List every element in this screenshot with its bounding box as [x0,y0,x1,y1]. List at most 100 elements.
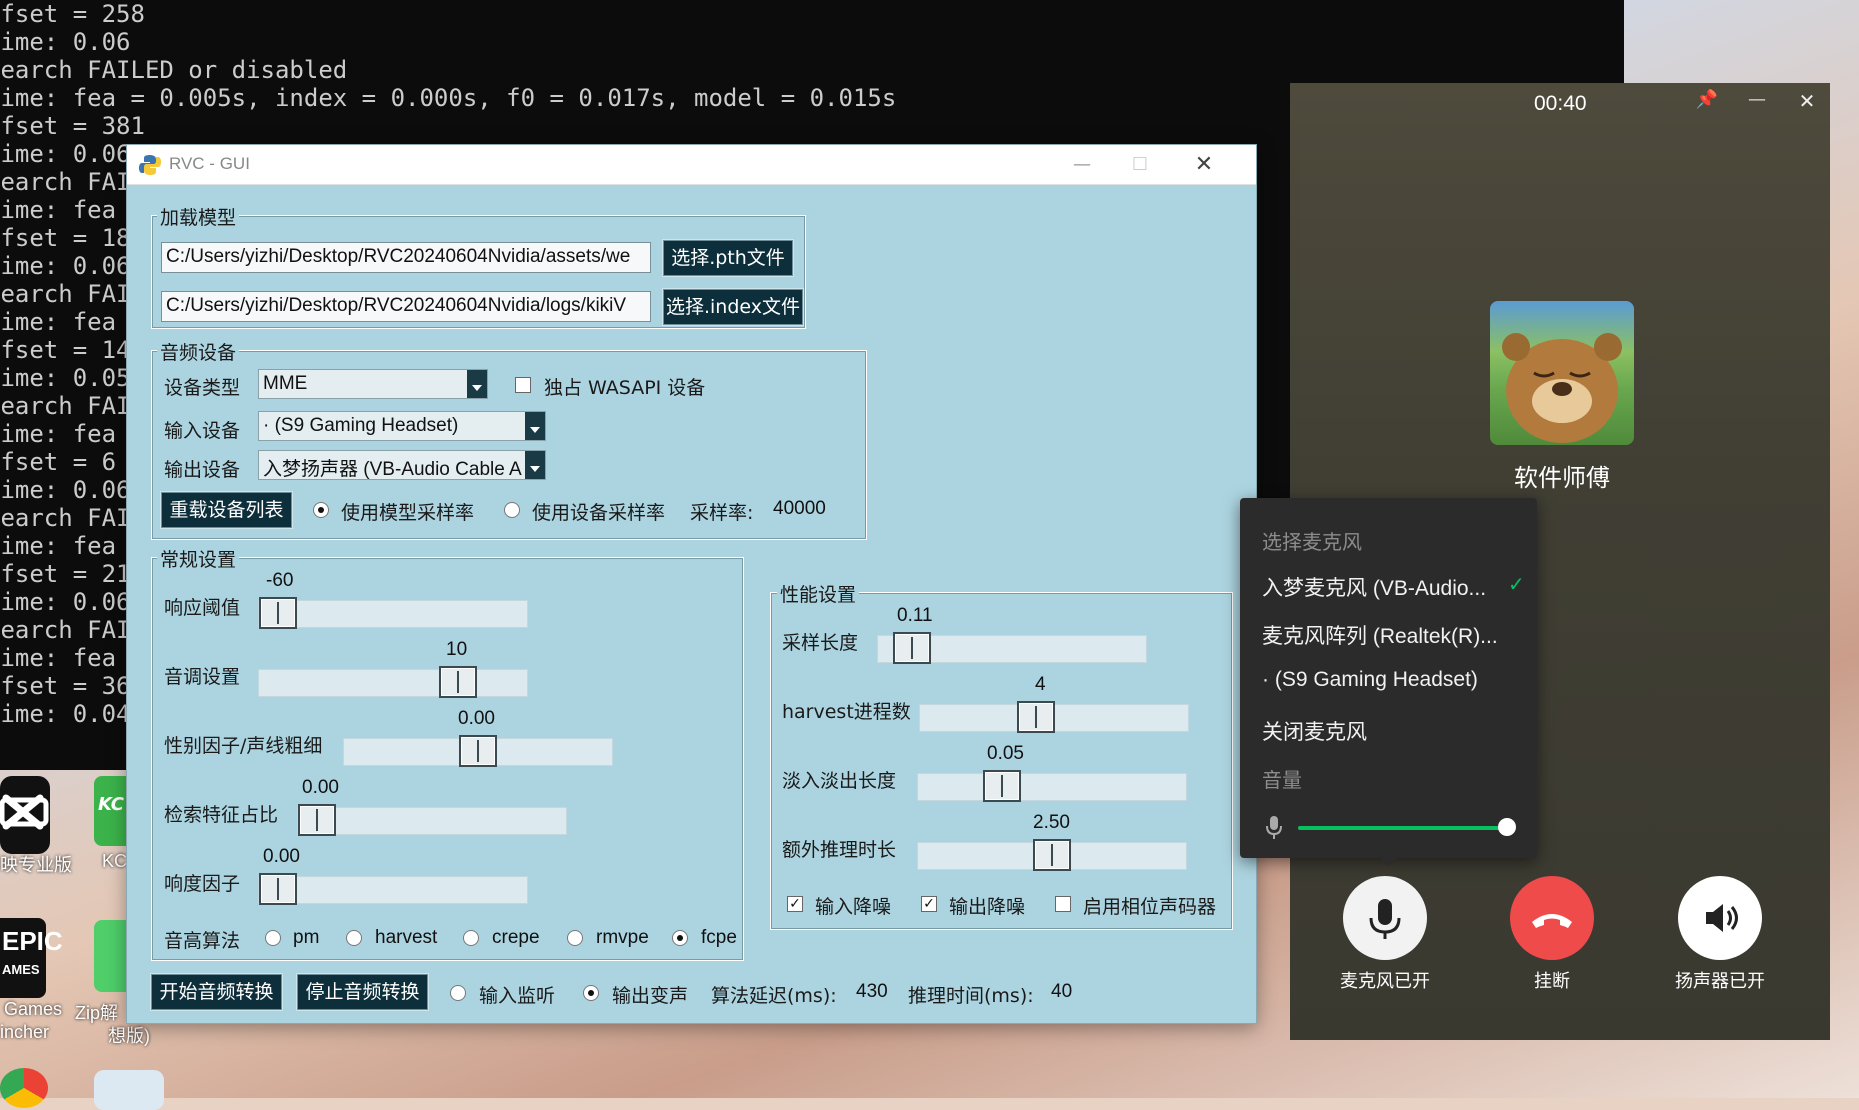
rms-value: 0.00 [263,846,300,867]
capcut-icon[interactable] [0,776,50,854]
microphone-icon [1266,816,1282,839]
sr-device-radio[interactable] [504,502,520,518]
threshold-value: -60 [266,570,294,591]
close-icon[interactable]: ✕ [1795,89,1819,113]
f0-fcpe-radio[interactable] [672,930,688,946]
pth-path-input[interactable]: C:/Users/yizhi/Desktop/RVC20240604Nvidia… [161,242,651,273]
extra-label: 额外推理时长 [782,839,897,861]
extra-slider[interactable] [917,839,1187,871]
epic-logo-text: EPIC [2,926,63,956]
output-device-select[interactable]: 入梦扬声器 (VB-Audio Cable A [258,450,546,480]
device-type-label: 设备类型 [164,377,241,399]
user-avatar-icon[interactable] [94,1070,164,1110]
mic-button[interactable] [1343,876,1427,960]
speaker-button[interactable] [1678,876,1762,960]
mic-off-option[interactable]: 关闭麦克风 [1262,716,1367,746]
kc-app-icon[interactable]: KC [94,776,126,846]
slider-handle[interactable] [259,873,297,905]
volume-label: 音量 [1262,770,1302,792]
crossfade-slider[interactable] [917,770,1187,802]
block-value: 0.11 [897,605,933,626]
f0-pm-radio[interactable] [265,930,281,946]
output-vc-label: 输出变声 [612,985,689,1007]
select-index-button[interactable]: 选择.index文件 [663,289,803,325]
desktop-icon-label: incher [0,1022,50,1042]
output-device-label: 输出设备 [164,459,241,481]
output-vc-radio[interactable] [583,985,599,1001]
f0-crepe-radio[interactable] [463,930,479,946]
call-timer: 00:40 [1534,92,1587,115]
input-device-select[interactable]: · (S9 Gaming Headset) [258,411,546,441]
mic-option[interactable]: 入梦麦克风 (VB-Audio... [1262,572,1486,602]
hangup-button[interactable] [1510,876,1594,960]
f0-rmvpe-radio[interactable] [567,930,583,946]
zip-app-icon[interactable] [94,920,126,992]
output-noise-label: 输出降噪 [949,896,1026,918]
input-monitor-radio[interactable] [450,985,466,1001]
pin-icon[interactable]: 📌 [1695,89,1719,113]
input-device-label: 输入设备 [164,420,241,442]
mic-option[interactable]: · (S9 Gaming Headset) [1262,668,1478,692]
volume-slider[interactable] [1298,826,1508,830]
mic-option[interactable]: 麦克风阵列 (Realtek(R)... [1262,620,1498,650]
volume-slider-handle[interactable] [1498,818,1516,836]
sample-rate-value: 40000 [773,498,826,519]
block-slider[interactable] [877,632,1147,664]
threshold-slider[interactable] [258,597,528,629]
stop-conversion-button[interactable]: 停止音频转换 [297,974,428,1010]
terminal-line: ffset = 258 [0,0,145,28]
f0-rmvpe-label: rmvpe [596,927,649,948]
pitch-slider[interactable] [258,666,528,698]
harvest-label: harvest进程数 [782,701,911,723]
f0-harvest-radio[interactable] [346,930,362,946]
delay-label: 算法延迟(ms): [711,985,837,1007]
rvc-title-bar[interactable]: RVC - GUI — ☐ ✕ [127,145,1256,185]
slider-handle[interactable] [1017,701,1055,733]
terminal-line: time: 0.06 [0,28,131,56]
slider-handle[interactable] [983,770,1021,802]
device-type-value: MME [263,373,308,394]
check-icon: ✓ [1508,572,1525,596]
menu-pointer [1379,856,1399,866]
slider-handle[interactable] [1033,839,1071,871]
load-model-legend: 加载模型 [157,203,240,230]
desktop-icon-label: 映专业版 [0,855,72,875]
harvest-slider[interactable] [919,701,1189,733]
input-noise-checkbox[interactable]: ✓ [787,896,803,912]
sr-model-radio[interactable] [313,502,329,518]
index-rate-slider[interactable] [297,804,567,836]
desktop-icon-label: KC [102,851,128,871]
wasapi-checkbox[interactable] [515,377,531,393]
slider-handle[interactable] [298,804,336,836]
device-type-select[interactable]: MME [258,369,488,399]
output-noise-checkbox[interactable]: ✓ [921,896,937,912]
minimize-button[interactable]: — [1059,149,1105,181]
f0-crepe-label: crepe [492,927,540,948]
epic-games-icon[interactable]: EPIC AMES [0,918,63,998]
contact-avatar [1490,301,1634,445]
f0-method-label: 音高算法 [164,930,241,952]
formant-slider[interactable] [343,735,613,767]
slider-handle[interactable] [459,735,497,767]
chrome-icon[interactable] [0,1068,48,1108]
maximize-button[interactable]: ☐ [1117,149,1163,181]
slider-handle[interactable] [439,666,477,698]
infer-time-value: 40 [1051,981,1073,1002]
output-device-value: 入梦扬声器 (VB-Audio Cable A [263,459,522,480]
select-pth-button[interactable]: 选择.pth文件 [663,240,793,276]
start-conversion-button[interactable]: 开始音频转换 [151,974,282,1010]
slider-handle[interactable] [893,632,931,664]
minimize-icon[interactable]: — [1745,89,1769,113]
phase-vocoder-checkbox[interactable] [1055,896,1071,912]
close-button[interactable]: ✕ [1181,149,1227,181]
sr-model-label: 使用模型采样率 [341,502,475,524]
reload-devices-button[interactable]: 重载设备列表 [161,492,292,528]
hangup-button-label: 挂断 [1534,971,1570,991]
mic-select-menu: 选择麦克风 入梦麦克风 (VB-Audio... ✓ 麦克风阵列 (Realte… [1240,498,1537,866]
slider-handle[interactable] [259,597,297,629]
rms-slider[interactable] [258,873,528,905]
chevron-down-icon [525,451,545,479]
input-device-value: · (S9 Gaming Headset) [263,415,459,436]
pitch-label: 音调设置 [164,666,241,688]
index-path-input[interactable]: C:/Users/yizhi/Desktop/RVC20240604Nvidia… [161,291,651,322]
